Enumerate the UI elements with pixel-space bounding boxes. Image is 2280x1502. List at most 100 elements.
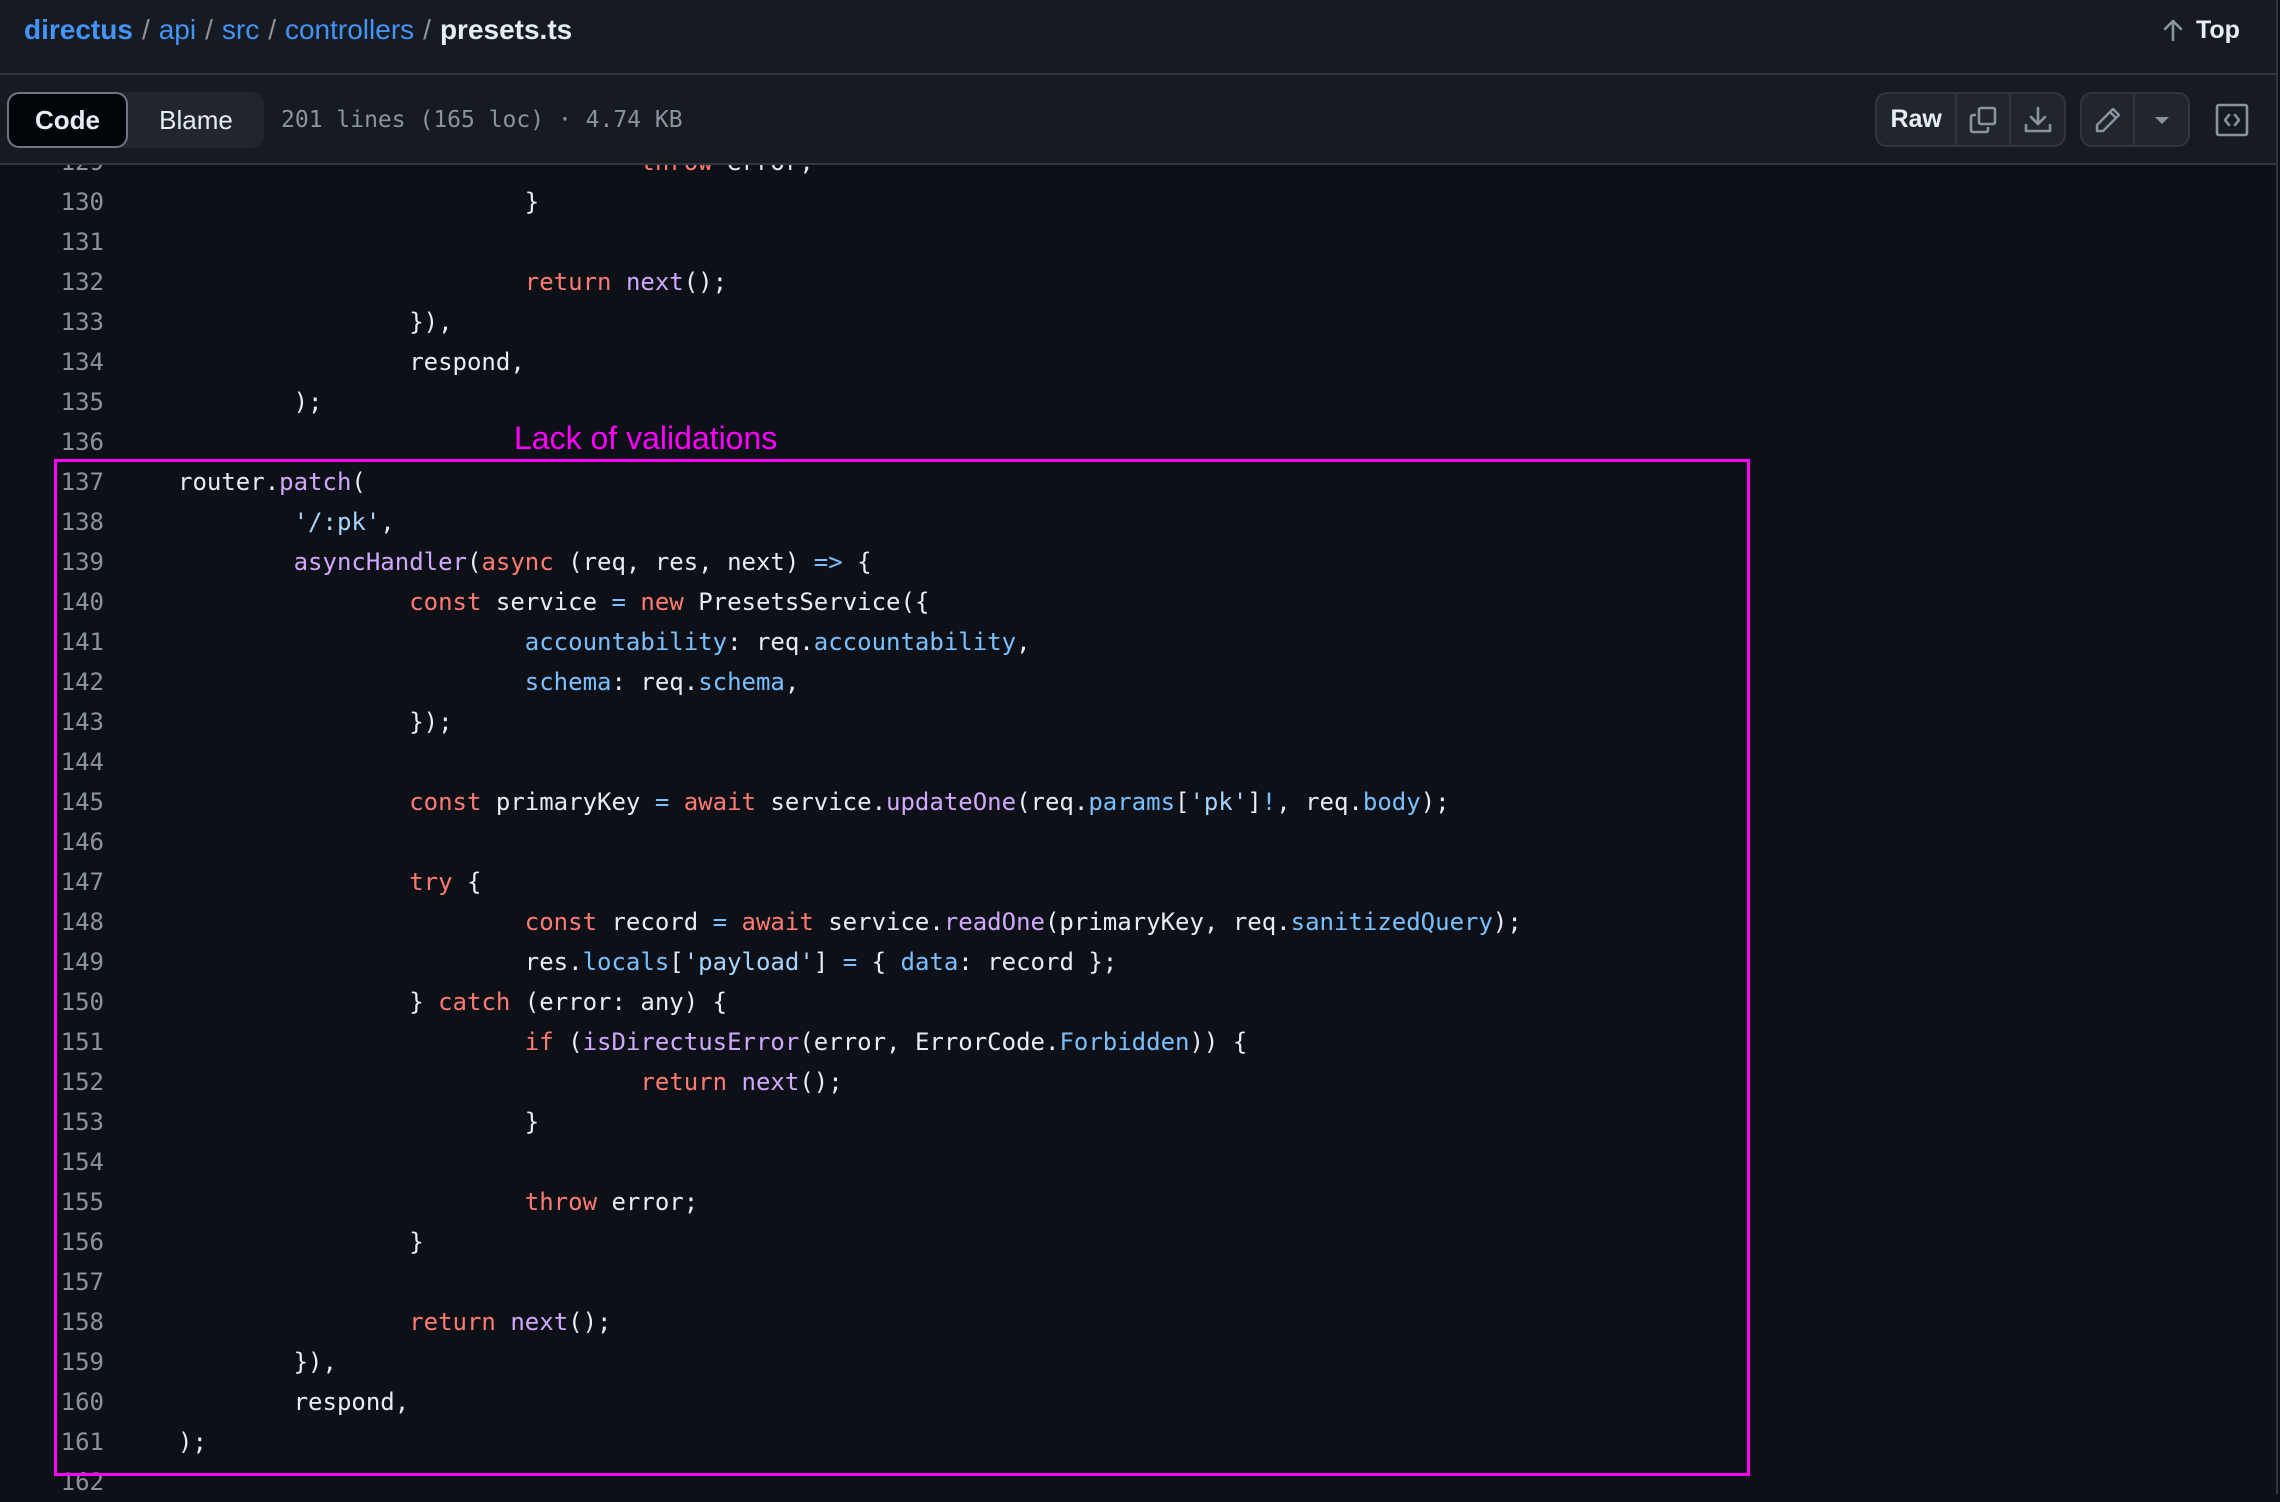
line-number[interactable]: 146 xyxy=(0,822,104,862)
breadcrumb-separator: / xyxy=(423,14,431,45)
code-token: await xyxy=(741,908,814,936)
line-number[interactable]: 143 xyxy=(0,702,104,742)
line-number[interactable]: 131 xyxy=(0,222,104,262)
code-line: 135 ); xyxy=(0,382,2276,422)
line-number[interactable]: 144 xyxy=(0,742,104,782)
line-number[interactable]: 134 xyxy=(0,342,104,382)
breadcrumb-separator: / xyxy=(268,14,276,45)
code-line: 136 xyxy=(0,422,2276,462)
line-number[interactable]: 140 xyxy=(0,582,104,622)
code-token: (error, ErrorCode. xyxy=(799,1028,1060,1056)
line-number[interactable]: 161 xyxy=(0,1422,104,1462)
line-number[interactable]: 157 xyxy=(0,1262,104,1302)
code-token: respond, xyxy=(178,348,525,376)
line-number[interactable]: 160 xyxy=(0,1382,104,1422)
line-number[interactable]: 141 xyxy=(0,622,104,662)
breadcrumb-src-link[interactable]: src xyxy=(222,14,259,45)
code-line: 143 }); xyxy=(0,702,2276,742)
code-token: record xyxy=(597,908,713,936)
breadcrumb-api-link[interactable]: api xyxy=(159,14,196,45)
download-icon xyxy=(2024,106,2051,132)
code-token: const xyxy=(524,908,598,936)
line-number[interactable]: 133 xyxy=(0,302,104,342)
code-token: body xyxy=(1362,788,1421,816)
code-token: sanitizedQuery xyxy=(1290,908,1493,936)
code-line: 130 } xyxy=(0,182,2276,222)
code-token: } xyxy=(178,988,439,1016)
line-number[interactable]: 145 xyxy=(0,782,104,822)
breadcrumb-current-file: presets.ts xyxy=(439,14,573,45)
line-number[interactable]: 142 xyxy=(0,662,104,702)
code-token: data xyxy=(900,948,959,976)
annotation-label: Lack of validations xyxy=(514,420,778,456)
line-number[interactable]: 138 xyxy=(0,502,104,542)
code-token: { xyxy=(857,948,901,976)
line-number[interactable]: 156 xyxy=(0,1222,104,1262)
tab-code[interactable]: Code xyxy=(7,92,128,148)
raw-button[interactable]: Raw xyxy=(1877,94,1958,145)
symbols-panel-button[interactable] xyxy=(2208,96,2256,144)
back-to-top-button[interactable]: Top xyxy=(2162,10,2240,50)
line-number[interactable]: 150 xyxy=(0,982,104,1022)
line-number[interactable]: 159 xyxy=(0,1342,104,1382)
line-number[interactable]: 152 xyxy=(0,1062,104,1102)
line-number[interactable]: 147 xyxy=(0,862,104,902)
breadcrumb-controllers-link[interactable]: controllers xyxy=(285,14,414,45)
code-token: async xyxy=(481,548,554,576)
code-token: }); xyxy=(178,708,453,736)
line-number[interactable]: 153 xyxy=(0,1102,104,1142)
code-token: (); xyxy=(568,1308,612,1336)
raw-label: Raw xyxy=(1890,105,1942,133)
code-text: const service = new PresetsService({ xyxy=(178,582,929,622)
code-token: }), xyxy=(178,1348,337,1376)
code-token: ( xyxy=(553,1028,583,1056)
breadcrumb-repo-link[interactable]: directus xyxy=(24,14,133,45)
code-text: }); xyxy=(178,702,453,742)
code-token: ); xyxy=(1420,788,1450,816)
code-token: try xyxy=(409,868,453,896)
line-number[interactable]: 130 xyxy=(0,182,104,222)
line-number[interactable]: 149 xyxy=(0,942,104,982)
line-number[interactable]: 155 xyxy=(0,1182,104,1222)
line-number[interactable]: 148 xyxy=(0,902,104,942)
code-text: res.locals['payload'] = { data: record }… xyxy=(178,942,1117,982)
line-number[interactable]: 162 xyxy=(0,1462,104,1502)
line-number[interactable]: 136 xyxy=(0,422,104,462)
tab-blame[interactable]: Blame xyxy=(128,92,264,148)
code-line: 152 return next(); xyxy=(0,1062,2276,1102)
more-edit-options-button[interactable] xyxy=(2135,94,2188,145)
line-number[interactable]: 158 xyxy=(0,1302,104,1342)
line-number[interactable]: 137 xyxy=(0,462,104,502)
download-button[interactable] xyxy=(2011,94,2064,145)
edit-file-button[interactable] xyxy=(2082,94,2136,145)
code-token: error; xyxy=(597,1188,699,1216)
line-number[interactable]: 151 xyxy=(0,1022,104,1062)
code-text: respond, xyxy=(178,342,525,382)
code-text: ); xyxy=(178,1422,207,1462)
code-token: : req. xyxy=(727,628,814,656)
code-token: '/:pk' xyxy=(293,508,381,536)
back-to-top-label: Top xyxy=(2196,16,2240,44)
code-token: service. xyxy=(813,908,944,936)
code-line: 161); xyxy=(0,1422,2276,1462)
line-number[interactable]: 139 xyxy=(0,542,104,582)
code-token: }), xyxy=(178,308,453,336)
code-token: => xyxy=(813,548,843,576)
line-number[interactable]: 154 xyxy=(0,1142,104,1182)
code-text: throw error; xyxy=(178,1182,698,1222)
code-line: 133 }), xyxy=(0,302,2276,342)
line-number[interactable]: 132 xyxy=(0,262,104,302)
code-token: schema xyxy=(698,668,785,696)
code-token: next xyxy=(741,1068,800,1096)
code-token: ( xyxy=(466,548,482,576)
line-number[interactable]: 135 xyxy=(0,382,104,422)
copy-raw-button[interactable] xyxy=(1957,94,2012,145)
code-line: 149 res.locals['payload'] = { data: reco… xyxy=(0,942,2276,982)
